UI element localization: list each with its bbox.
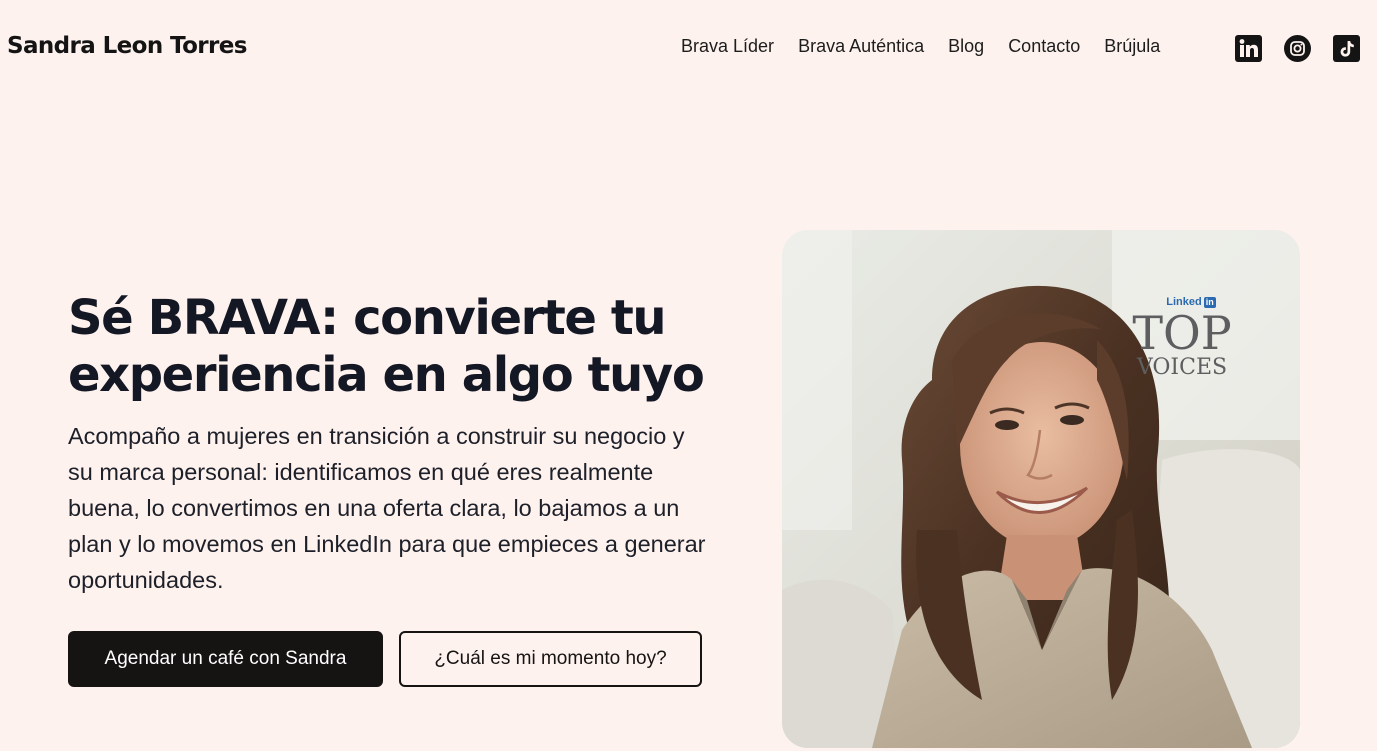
nav-item-brava-autentica[interactable]: Brava Auténtica xyxy=(798,36,924,57)
nav-item-blog[interactable]: Blog xyxy=(948,36,984,57)
top-voices-line1: TOP xyxy=(1132,306,1232,360)
hero-description: Acompaño a mujeres en transición a const… xyxy=(68,423,706,593)
nav-item-contacto[interactable]: Contacto xyxy=(1008,36,1080,57)
site-header: Sandra Leon Torres Brava Líder Brava Aut… xyxy=(0,0,1377,96)
site-brand[interactable]: Sandra Leon Torres xyxy=(7,33,247,59)
linkedin-link[interactable] xyxy=(1235,35,1262,62)
hero-title: Sé BRAVA: convierte tu experiencia en al… xyxy=(68,290,705,403)
tiktok-icon xyxy=(1333,35,1360,62)
tiktok-link[interactable] xyxy=(1333,35,1360,62)
portrait-photo: Linked in TOP VOICES xyxy=(782,230,1300,748)
nav-item-brujula[interactable]: Brújula xyxy=(1104,36,1160,57)
social-links xyxy=(1235,35,1360,62)
linkedin-icon xyxy=(1235,35,1262,62)
instagram-link[interactable] xyxy=(1284,35,1311,62)
book-coffee-button[interactable]: Agendar un café con Sandra xyxy=(68,631,383,687)
top-voices-badge: Linked in TOP VOICES xyxy=(1122,296,1242,380)
instagram-icon xyxy=(1284,35,1311,62)
main-nav: Brava Líder Brava Auténtica Blog Contact… xyxy=(681,36,1160,57)
my-moment-button[interactable]: ¿Cuál es mi momento hoy? xyxy=(399,631,702,687)
nav-item-brava-lider[interactable]: Brava Líder xyxy=(681,36,774,57)
